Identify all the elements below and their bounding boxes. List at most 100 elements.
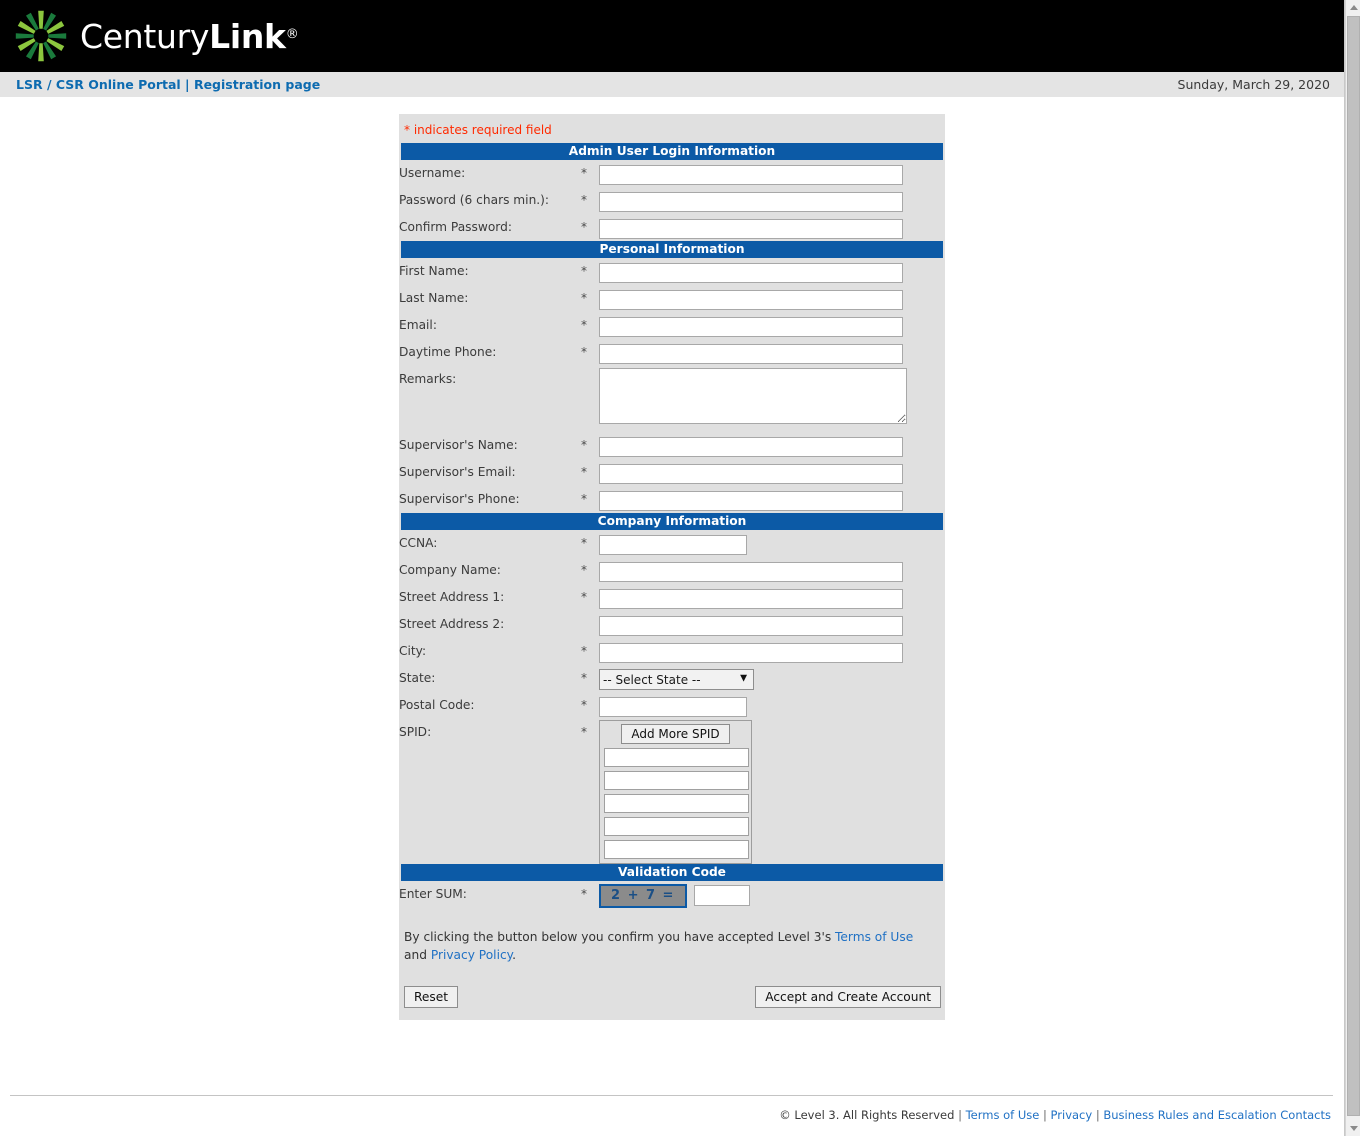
add-more-spid-button[interactable]: Add More SPID (621, 724, 730, 744)
breadcrumb[interactable]: LSR / CSR Online Portal | Registration p… (16, 77, 320, 92)
privacy-policy-link[interactable]: Privacy Policy (431, 948, 512, 962)
terms-of-use-link[interactable]: Terms of Use (835, 930, 913, 944)
label-first-name: First Name: (399, 264, 469, 278)
breadcrumb-link[interactable]: LSR / CSR Online Portal | Registration p… (16, 77, 320, 92)
browser-viewport: CenturyLink® LSR / CSR Online Portal | R… (0, 0, 1360, 1136)
spid-input-1[interactable] (604, 748, 749, 767)
scroll-down-button[interactable] (1346, 1121, 1360, 1136)
form-row: Enter SUM: * 2 + 7 = (399, 881, 945, 908)
required-star: * (581, 465, 587, 479)
username-input[interactable] (599, 164, 903, 185)
brand-header: CenturyLink® (0, 0, 1344, 72)
current-date: Sunday, March 29, 2020 (1177, 77, 1330, 92)
city-input[interactable] (599, 642, 903, 663)
label-password: Password (6 chars min.): (399, 193, 550, 207)
label-street-address-1: Street Address 1: (399, 590, 505, 604)
spid-group: Add More SPID (599, 720, 752, 864)
breadcrumb-bar: LSR / CSR Online Portal | Registration p… (0, 72, 1344, 98)
street-address-2-input[interactable] (599, 615, 903, 636)
footer-terms-of-use-link[interactable]: Terms of Use (966, 1108, 1040, 1122)
label-state: State: (399, 671, 436, 685)
remarks-textarea[interactable] (599, 368, 907, 424)
form-row: Postal Code: * (399, 692, 945, 719)
required-star: * (581, 318, 587, 332)
state-select-wrapper[interactable]: -- Select State -- ▼ (599, 665, 754, 692)
label-city: City: (399, 644, 427, 658)
section-header-validation: Validation Code (401, 864, 943, 881)
label-enter-sum: Enter SUM: (399, 887, 467, 901)
form-row: State: * -- Select State -- ▼ (399, 665, 945, 692)
spid-input-5[interactable] (604, 840, 749, 859)
supervisor-name-input[interactable] (599, 436, 903, 457)
label-street-address-2: Street Address 2: (399, 617, 505, 631)
spid-input-4[interactable] (604, 817, 749, 836)
section-header-personal: Personal Information (401, 241, 943, 258)
required-star: * (581, 345, 587, 359)
form-row: Email: * (399, 312, 945, 339)
required-star: * (581, 644, 587, 658)
required-star: * (581, 698, 587, 712)
main-content: * indicates required field Admin User Lo… (0, 98, 1344, 1063)
required-star: * (581, 193, 587, 207)
spid-input-2[interactable] (604, 771, 749, 790)
required-star: * (581, 438, 587, 452)
required-star: * (581, 671, 587, 685)
state-select[interactable]: -- Select State -- (599, 669, 754, 690)
daytime-phone-input[interactable] (599, 343, 903, 364)
form-row: Supervisor's Email: * (399, 459, 945, 486)
label-daytime-phone: Daytime Phone: (399, 345, 497, 359)
section-header-admin-login: Admin User Login Information (401, 143, 943, 160)
email-input[interactable] (599, 316, 903, 337)
form-row: City: * (399, 638, 945, 665)
accept-and-create-account-button[interactable]: Accept and Create Account (755, 986, 941, 1008)
confirm-password-input[interactable] (599, 218, 903, 239)
supervisor-email-input[interactable] (599, 463, 903, 484)
last-name-input[interactable] (599, 289, 903, 310)
reset-button[interactable]: Reset (404, 986, 459, 1008)
footer-privacy-link[interactable]: Privacy (1051, 1108, 1093, 1122)
password-input[interactable] (599, 191, 903, 212)
form-row: First Name: * (399, 258, 945, 285)
form-row: Street Address 2: (399, 611, 945, 638)
ccna-input[interactable] (599, 534, 747, 555)
admin-login-fields: Username: * Password (6 chars min.): * C… (399, 160, 945, 241)
label-spid: SPID: (399, 725, 432, 739)
required-star: * (581, 536, 587, 550)
footer-separator: | (1043, 1108, 1047, 1122)
label-email: Email: (399, 318, 437, 332)
footer-business-rules-link[interactable]: Business Rules and Escalation Contacts (1103, 1108, 1331, 1122)
label-supervisor-name: Supervisor's Name: (399, 438, 518, 452)
validation-fields: Enter SUM: * 2 + 7 = (399, 881, 945, 908)
required-star: * (581, 492, 587, 506)
form-row: Street Address 1: * (399, 584, 945, 611)
form-row: Password (6 chars min.): * (399, 187, 945, 214)
label-last-name: Last Name: (399, 291, 469, 305)
captcha-image: 2 + 7 = (599, 883, 687, 908)
form-row: Company Name: * (399, 557, 945, 584)
captcha-answer-input[interactable] (693, 885, 750, 906)
form-row: SPID: * Add More SPID (399, 719, 945, 864)
supervisor-phone-input[interactable] (599, 490, 903, 511)
form-row: Remarks: (399, 366, 945, 432)
form-row: Supervisor's Phone: * (399, 486, 945, 513)
label-supervisor-phone: Supervisor's Phone: (399, 492, 520, 506)
scrollbar-thumb[interactable] (1347, 16, 1360, 1116)
label-username: Username: (399, 166, 466, 180)
spid-input-3[interactable] (604, 794, 749, 813)
postal-code-input[interactable] (599, 696, 747, 717)
first-name-input[interactable] (599, 262, 903, 283)
label-ccna: CCNA: (399, 536, 438, 550)
centurylink-sunburst-logo-icon (13, 8, 69, 64)
form-row: Supervisor's Name: * (399, 432, 945, 459)
chevron-down-icon (1349, 1126, 1358, 1131)
label-postal-code: Postal Code: (399, 698, 475, 712)
scroll-up-button[interactable] (1346, 0, 1360, 15)
form-row: Username: * (399, 160, 945, 187)
street-address-1-input[interactable] (599, 588, 903, 609)
terms-acceptance-text: By clicking the button below you confirm… (399, 908, 945, 964)
company-name-input[interactable] (599, 561, 903, 582)
footer-separator: | (958, 1108, 962, 1122)
footer-separator: | (1095, 1108, 1100, 1122)
required-star: * (581, 887, 587, 901)
vertical-scrollbar[interactable] (1345, 0, 1360, 1136)
